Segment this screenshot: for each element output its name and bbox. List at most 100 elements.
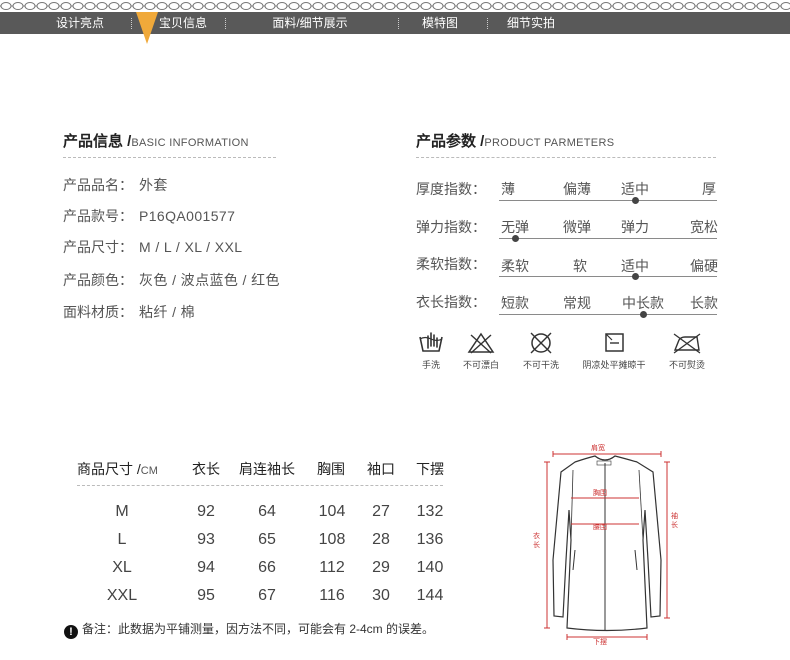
diagram-label-waist: 腰围 (593, 524, 607, 531)
divider (77, 485, 443, 486)
info-label: 面料材质： (63, 304, 133, 320)
note-text: 备注：此数据为平铺测量，因方法不同，可能会有 2-4cm 的误差。 (82, 622, 435, 636)
info-row-style-number: 产品款号： P16QA001577 (63, 206, 235, 226)
size-cell: 28 (372, 531, 390, 548)
nav-divider (225, 18, 226, 29)
param-option: 常规 (563, 295, 591, 311)
info-label: 产品颜色： (63, 272, 133, 288)
size-cell: 136 (416, 531, 444, 548)
size-header-unit: CM (140, 465, 158, 477)
size-table-header-size: 商品尺寸 /CM (77, 459, 158, 479)
param-option: 微弹 (563, 219, 591, 235)
size-cell: 93 (197, 531, 215, 548)
param-scale-line (499, 276, 717, 277)
care-no-bleach: 不可漂白 (456, 331, 506, 371)
info-value: P16QA001577 (139, 208, 236, 224)
size-cell: 65 (258, 531, 276, 548)
diagram-label-length: 衣长 (533, 533, 540, 549)
size-cell: 95 (197, 587, 215, 604)
param-option: 适中 (621, 181, 649, 197)
measurement-note: ! 备注：此数据为平铺测量，因方法不同，可能会有 2-4cm 的误差。 (64, 620, 434, 639)
no-iron-icon (673, 333, 701, 354)
size-header-label: 商品尺寸 / (77, 461, 141, 477)
params-title-en: PRODUCT PARMETERS (484, 137, 615, 149)
size-cell: 104 (318, 503, 346, 520)
param-label-length: 衣长指数： (416, 294, 486, 310)
size-cell: 27 (372, 503, 390, 520)
basic-info-title-en: BASIC INFORMATION (131, 137, 249, 149)
care-label: 不可熨烫 (668, 360, 705, 370)
diagram-label-sleeve: 袖长 (671, 513, 678, 529)
care-shade-dry-flat: 阴凉处平摊晾干 (575, 331, 653, 371)
param-option: 长款 (690, 295, 718, 311)
param-option: 软 (573, 258, 587, 274)
size-cell: 112 (319, 559, 345, 576)
size-cell: 29 (372, 559, 390, 576)
size-table-header-hem: 下摆 (416, 461, 444, 477)
info-value: 外套 (139, 177, 168, 193)
param-marker (640, 311, 647, 318)
nav-divider (398, 18, 399, 29)
info-row-sizes: 产品尺寸： M / L / XL / XXL (63, 237, 242, 257)
param-marker (512, 235, 519, 242)
size-cell: 94 (197, 559, 215, 576)
size-cell: 144 (416, 587, 444, 604)
coat-outline-drawing (544, 451, 670, 640)
param-label-softness: 柔软指数： (416, 256, 486, 272)
param-option: 薄 (501, 181, 515, 197)
param-scale-line (499, 238, 717, 239)
info-value: 灰色 / 波点蓝色 / 红色 (139, 272, 280, 288)
size-cell: 66 (258, 559, 276, 576)
divider (63, 157, 276, 158)
diagram-label-shoulder: 肩宽 (591, 445, 605, 452)
hand-wash-icon (419, 332, 443, 352)
size-cell: XL (112, 559, 132, 576)
care-no-dry-clean: 不可干洗 (516, 331, 566, 371)
info-row-material: 面料材质： 粘纤 / 棉 (63, 302, 195, 322)
param-option: 宽松 (690, 219, 718, 235)
info-value: 粘纤 / 棉 (139, 304, 196, 320)
param-label-thickness: 厚度指数： (416, 181, 486, 197)
param-option: 偏硬 (690, 258, 718, 274)
size-cell: L (117, 531, 127, 548)
info-label: 产品品名： (63, 177, 133, 193)
chain-pattern-border (0, 2, 790, 10)
size-table-header-cuff: 袖口 (367, 461, 395, 477)
params-title: 产品参数 /PRODUCT PARMETERS (416, 130, 614, 151)
size-cell: 92 (197, 503, 215, 520)
nav-tab-model-photos[interactable]: 模特图 (405, 12, 475, 34)
care-label: 不可漂白 (462, 360, 499, 370)
care-label: 手洗 (421, 360, 440, 370)
size-table-header-chest: 胸围 (317, 461, 345, 477)
shade-dry-flat-icon (605, 333, 624, 352)
size-cell: 116 (319, 587, 345, 604)
param-option: 偏薄 (563, 181, 591, 197)
param-option: 无弹 (501, 219, 529, 235)
no-dry-clean-icon (530, 332, 552, 354)
param-label-elasticity: 弹力指数： (416, 219, 486, 235)
param-marker (632, 273, 639, 280)
nav-tab-detail-photos[interactable]: 细节实拍 (495, 12, 567, 34)
top-navigation: 设计亮点 宝贝信息 面料/细节展示 模特图 细节实拍 (0, 0, 790, 44)
info-label: 产品款号： (63, 208, 133, 224)
param-option: 厚 (702, 181, 716, 197)
diagram-label-chest: 胸围 (593, 490, 607, 497)
size-cell: 140 (416, 559, 444, 576)
size-cell: XXL (106, 587, 138, 604)
nav-tab-design-highlights[interactable]: 设计亮点 (40, 12, 120, 34)
nav-bar: 设计亮点 宝贝信息 面料/细节展示 模特图 细节实拍 (0, 12, 790, 34)
nav-tab-fabric-details[interactable]: 面料/细节展示 (255, 12, 365, 34)
info-row-colors: 产品颜色： 灰色 / 波点蓝色 / 红色 (63, 270, 280, 290)
size-table-header-sleeve: 肩连袖长 (239, 461, 295, 477)
nav-divider (131, 18, 132, 29)
garment-measurement-diagram: 肩宽 胸围 腰围 衣长 袖长 下摆 (527, 440, 687, 648)
param-scale-line (499, 200, 717, 201)
param-option: 柔软 (501, 258, 529, 274)
care-hand-wash: 手洗 (414, 331, 448, 371)
param-marker (632, 197, 639, 204)
basic-info-title: 产品信息 /BASIC INFORMATION (63, 130, 249, 151)
param-scale-line (499, 314, 717, 315)
size-cell: M (115, 503, 129, 520)
basic-info-title-cn: 产品信息 / (63, 133, 132, 150)
info-label: 产品尺寸： (63, 239, 133, 255)
